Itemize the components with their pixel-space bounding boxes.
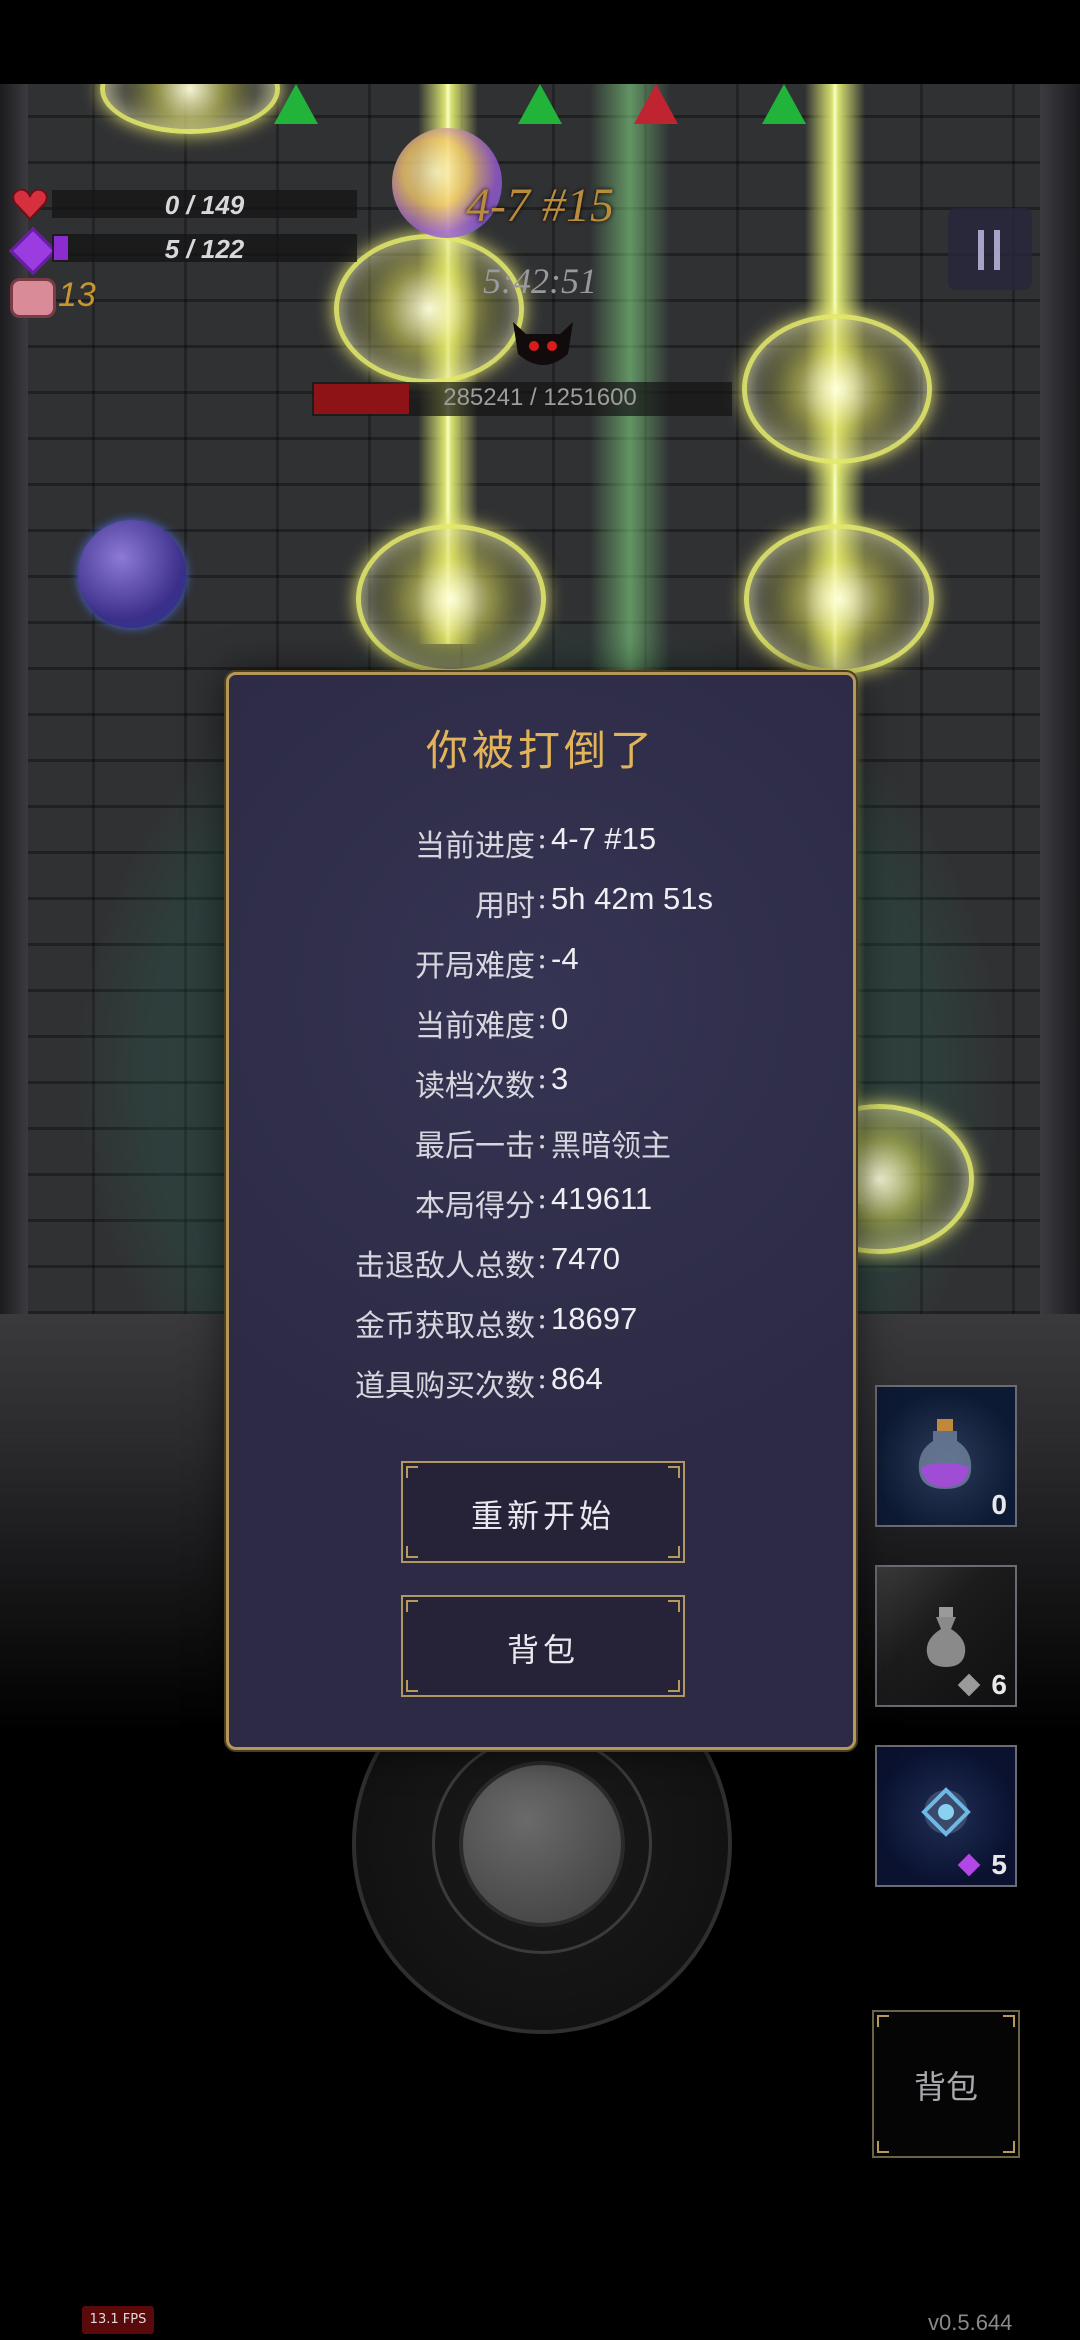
enemy-indicator-icon [762,84,806,124]
corner-ornament [406,1546,418,1558]
bag-label: 背包 [506,1631,579,1669]
potion-icon [915,1417,975,1491]
pause-icon [994,230,1000,270]
stat-value: 4-7 #15 [551,821,657,856]
enemy-indicator-icon [274,84,318,124]
fps-counter: 13.1 FPS [82,2306,154,2334]
side-bag-label: 背包 [913,2068,978,2106]
restart-label: 重新开始 [470,1497,615,1535]
stat-row: 道具购买次数 : 864 [229,1361,853,1405]
stat-row: 用时 : 5h 42m 51s [229,881,853,925]
restart-button[interactable]: 重新开始 [401,1461,685,1563]
stat-value: 419611 [551,1181,653,1216]
corner-ornament [406,1466,418,1478]
stat-label: 金币获取总数 [355,1309,535,1344]
corner-ornament [877,2015,889,2027]
gray-gem-icon [957,1673,981,1697]
heart-icon [12,188,48,221]
stat-value: 0 [551,1001,569,1036]
player-bubble [78,520,186,628]
corner-ornament [406,1680,418,1692]
stat-value: 18697 [551,1301,638,1336]
stat-separator: : [536,1241,548,1276]
stat-row: 当前难度 : 0 [229,1001,853,1045]
rune-circle [100,84,280,134]
item-count: 6 [991,1669,1007,1700]
dark-lord-icon [508,314,578,372]
bag-button[interactable]: 背包 [401,1595,685,1697]
stat-label: 本局得分 [415,1189,535,1224]
enemy-indicator-icon [634,84,678,124]
dialog-title: 你被打倒了 [425,726,656,775]
stage-label: 4-7 #15 [466,179,614,232]
stat-row: 开局难度 : -4 [229,941,853,985]
right-wall [1040,84,1080,1314]
corner-ornament [668,1680,680,1692]
stat-separator: : [536,821,548,856]
stat-value: 5h 42m 51s [551,881,713,916]
stat-label: 用时 [475,889,535,924]
stat-label: 击退敌人总数 [355,1249,535,1284]
version-label: v0.5.644 [928,2310,1013,2335]
stat-value: 黑暗领主 [551,1129,671,1164]
vase-icon [921,1605,971,1669]
corner-ornament [668,1466,680,1478]
stat-separator: : [536,881,548,916]
purple-gem-icon [957,1853,981,1877]
stat-row: 最后一击 : 黑暗领主 [229,1121,853,1165]
item-slot-potion[interactable]: 0 [875,1385,1017,1527]
corner-ornament [1003,2141,1015,2153]
stat-row: 金币获取总数 : 18697 [229,1301,853,1345]
stat-value: 864 [551,1361,603,1396]
stat-row: 本局得分 : 419611 [229,1181,853,1225]
enemy-indicator-icon [518,84,562,124]
pause-button[interactable] [948,208,1032,290]
defeat-dialog: 你被打倒了 当前进度 : 4-7 #15 用时 : 5h 42m 51s 开局难… [226,672,856,1750]
item-count: 0 [991,1489,1007,1520]
stat-label: 读档次数 [415,1069,535,1104]
joystick-knob[interactable] [459,1761,625,1927]
stat-separator: : [536,1121,548,1156]
rune-circle [334,234,524,384]
item-slot-vase[interactable]: 6 [875,1565,1017,1707]
pause-icon [978,230,984,270]
elapsed-time: 5:42:51 [483,261,597,301]
corner-ornament [406,1600,418,1612]
stat-row: 击退敌人总数 : 7470 [229,1241,853,1285]
corner-ornament [1003,2015,1015,2027]
coin-count: 13 [58,276,96,314]
stat-separator: : [536,1181,548,1216]
hp-text: 0 / 149 [164,190,245,220]
stat-value: -4 [551,941,579,976]
stat-value: 7470 [551,1241,620,1276]
corner-ornament [668,1546,680,1558]
stat-separator: : [536,1361,548,1396]
stat-separator: : [536,941,548,976]
piggy-bank-icon [10,278,56,318]
stat-row: 当前进度 : 4-7 #15 [229,821,853,865]
stat-label: 道具购买次数 [355,1369,535,1404]
item-slot-gadget[interactable]: 5 [875,1745,1017,1887]
left-wall [0,84,28,1314]
stat-separator: : [536,1001,548,1036]
corner-ornament [877,2141,889,2153]
stat-row: 读档次数 : 3 [229,1061,853,1105]
orb-gadget-icon [913,1779,979,1845]
rune-circle [742,314,932,464]
stat-value: 3 [551,1061,569,1096]
stat-label: 当前进度 [415,829,535,864]
rune-circle [744,524,934,674]
boss-hp-text: 285241 / 1251600 [443,384,637,411]
stat-label: 当前难度 [415,1009,535,1044]
stat-separator: : [536,1301,548,1336]
corner-ornament [668,1600,680,1612]
stat-label: 开局难度 [415,949,535,984]
side-bag-button[interactable]: 背包 [872,2010,1020,2158]
stat-separator: : [536,1061,548,1096]
mana-text: 5 / 122 [164,234,245,264]
rune-circle [356,524,546,674]
item-count: 5 [991,1849,1007,1880]
stat-label: 最后一击 [415,1129,535,1164]
